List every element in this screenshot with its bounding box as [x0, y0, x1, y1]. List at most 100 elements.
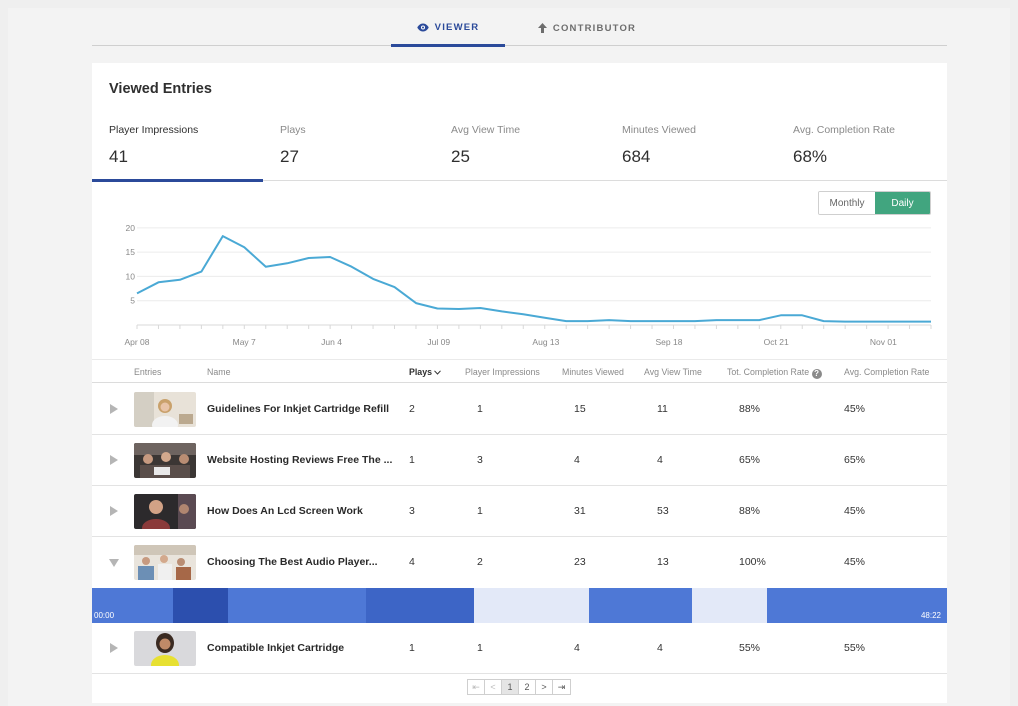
timeline-segment	[588, 588, 693, 623]
cell-avg-view: 4	[657, 454, 663, 466]
first-page-button[interactable]: ⇤	[468, 680, 485, 694]
cell-avg-completion: 65%	[844, 454, 866, 466]
cell-tot-completion: 88%	[739, 505, 761, 517]
kpi-plays[interactable]: Plays 27	[263, 115, 434, 181]
entry-name[interactable]: Website Hosting Reviews Free The ...	[207, 454, 392, 466]
entry-thumbnail[interactable]	[134, 443, 196, 478]
col-entries: Entries	[134, 367, 162, 377]
table-row[interactable]: Website Hosting Reviews Free The ... 1 3…	[92, 435, 947, 486]
timeline-segment	[227, 588, 367, 623]
entry-thumbnail[interactable]	[134, 494, 196, 529]
daily-button[interactable]: Daily	[875, 192, 930, 214]
page-1-button[interactable]: 1	[502, 680, 519, 694]
col-tot-completion[interactable]: Tot. Completion Rate ?	[727, 367, 822, 379]
entry-name[interactable]: Compatible Inkjet Cartridge	[207, 642, 344, 654]
kpi-label: Minutes Viewed	[622, 124, 696, 136]
col-impressions[interactable]: Player Impressions	[465, 367, 540, 377]
table-row[interactable]: How Does An Lcd Screen Work 3 1 31 53 88…	[92, 486, 947, 537]
x-tick-label: May 7	[233, 337, 256, 347]
upload-arrow-icon	[537, 23, 547, 33]
cell-avg-view: 13	[657, 556, 669, 568]
cell-avg-completion: 45%	[844, 505, 866, 517]
timeline-segment	[766, 588, 947, 623]
viewed-entries-card: Viewed Entries Player Impressions 41 Pla…	[92, 63, 947, 703]
view-tabs: VIEWER CONTRIBUTOR	[92, 10, 947, 47]
engagement-timeline[interactable]: 00:00 48:22	[92, 588, 947, 623]
cell-tot-completion: 88%	[739, 403, 761, 415]
x-tick-label: Nov 01	[870, 337, 897, 347]
next-page-button[interactable]: >	[536, 680, 553, 694]
expand-arrow-icon[interactable]	[110, 404, 118, 414]
entry-thumbnail[interactable]	[134, 631, 196, 666]
page-2-button[interactable]: 2	[519, 680, 536, 694]
kpi-label: Avg. Completion Rate	[793, 124, 895, 136]
entry-name[interactable]: How Does An Lcd Screen Work	[207, 505, 363, 517]
kpi-label: Avg View Time	[451, 124, 521, 136]
col-tot-completion-label: Tot. Completion Rate	[727, 367, 810, 377]
kpi-value: 68%	[793, 147, 828, 166]
cell-minutes: 15	[574, 403, 586, 415]
table-row[interactable]: Guidelines For Inkjet Cartridge Refill 2…	[92, 384, 947, 435]
x-tick-label: Apr 08	[124, 337, 149, 347]
help-icon[interactable]: ?	[811, 369, 822, 379]
tab-viewer[interactable]: VIEWER	[391, 10, 505, 47]
timeline-segment	[692, 588, 767, 623]
cell-plays: 1	[409, 642, 415, 654]
cell-tot-completion: 65%	[739, 454, 761, 466]
x-tick-label: Sep 18	[656, 337, 683, 347]
cell-avg-view: 53	[657, 505, 669, 517]
impressions-line-chart: 5 10 15 20 Apr 08 May 7 Jun 4 Jul 09 Aug 13 Sep 1…	[124, 223, 932, 347]
granularity-toggle: Monthly Daily	[818, 191, 931, 215]
tab-contributor[interactable]: CONTRIBUTOR	[532, 10, 642, 46]
prev-page-button[interactable]: <	[485, 680, 502, 694]
cell-impressions: 1	[477, 642, 483, 654]
x-tick-label: Jun 4	[321, 337, 342, 347]
cell-minutes: 31	[574, 505, 586, 517]
cell-avg-view: 4	[657, 642, 663, 654]
kpi-player-impressions[interactable]: Player Impressions 41	[92, 115, 263, 182]
kpi-value: 27	[280, 147, 299, 166]
entry-name[interactable]: Guidelines For Inkjet Cartridge Refill	[207, 403, 389, 415]
kpi-avg-view-time[interactable]: Avg View Time 25	[434, 115, 605, 181]
expand-arrow-icon[interactable]	[110, 643, 118, 653]
kpi-value: 25	[451, 147, 470, 166]
cell-tot-completion: 100%	[739, 556, 766, 568]
cell-plays: 2	[409, 403, 415, 415]
timeline-segment	[366, 588, 475, 623]
entry-thumbnail[interactable]	[134, 392, 196, 427]
col-avg-view[interactable]: Avg View Time	[644, 367, 702, 377]
table-row[interactable]: Compatible Inkjet Cartridge 1 1 4 4 55% …	[92, 623, 947, 674]
cell-plays: 3	[409, 505, 415, 517]
x-tick-label: Oct 21	[764, 337, 789, 347]
y-tick-label: 20	[126, 223, 136, 233]
kpi-minutes-viewed[interactable]: Minutes Viewed 684	[605, 115, 776, 181]
kpi-label: Plays	[280, 124, 306, 136]
col-minutes[interactable]: Minutes Viewed	[562, 367, 624, 377]
table-header: Entries Name Plays Player Impressions Mi…	[92, 359, 947, 383]
kpi-value: 684	[622, 147, 651, 166]
cell-plays: 4	[409, 556, 415, 568]
col-plays-sort[interactable]: Plays	[409, 367, 442, 377]
table-row[interactable]: Choosing The Best Audio Player... 4 2 23…	[92, 537, 947, 588]
pagination: ⇤ < 1 2 > ⇥	[467, 679, 571, 695]
x-tick-label: Jul 09	[427, 337, 450, 347]
kpi-avg-completion-rate[interactable]: Avg. Completion Rate 68%	[776, 115, 947, 181]
cell-avg-completion: 45%	[844, 556, 866, 568]
timeline-segment	[474, 588, 589, 623]
expand-arrow-icon[interactable]	[110, 455, 118, 465]
cell-avg-completion: 45%	[844, 403, 866, 415]
entry-thumbnail[interactable]	[134, 545, 196, 580]
expand-arrow-icon[interactable]	[110, 506, 118, 516]
x-tick-label: Aug 13	[532, 337, 559, 347]
entry-name[interactable]: Choosing The Best Audio Player...	[207, 556, 378, 568]
cell-minutes: 4	[574, 642, 580, 654]
last-page-button[interactable]: ⇥	[553, 680, 570, 694]
cell-tot-completion: 55%	[739, 642, 761, 654]
eye-icon	[416, 23, 429, 31]
timeline-start: 00:00	[94, 611, 115, 620]
collapse-arrow-icon[interactable]	[109, 559, 119, 567]
col-avg-completion[interactable]: Avg. Completion Rate	[844, 367, 929, 377]
cell-avg-view: 11	[657, 403, 668, 415]
monthly-button[interactable]: Monthly	[819, 192, 875, 214]
col-plays-label: Plays	[409, 367, 432, 377]
